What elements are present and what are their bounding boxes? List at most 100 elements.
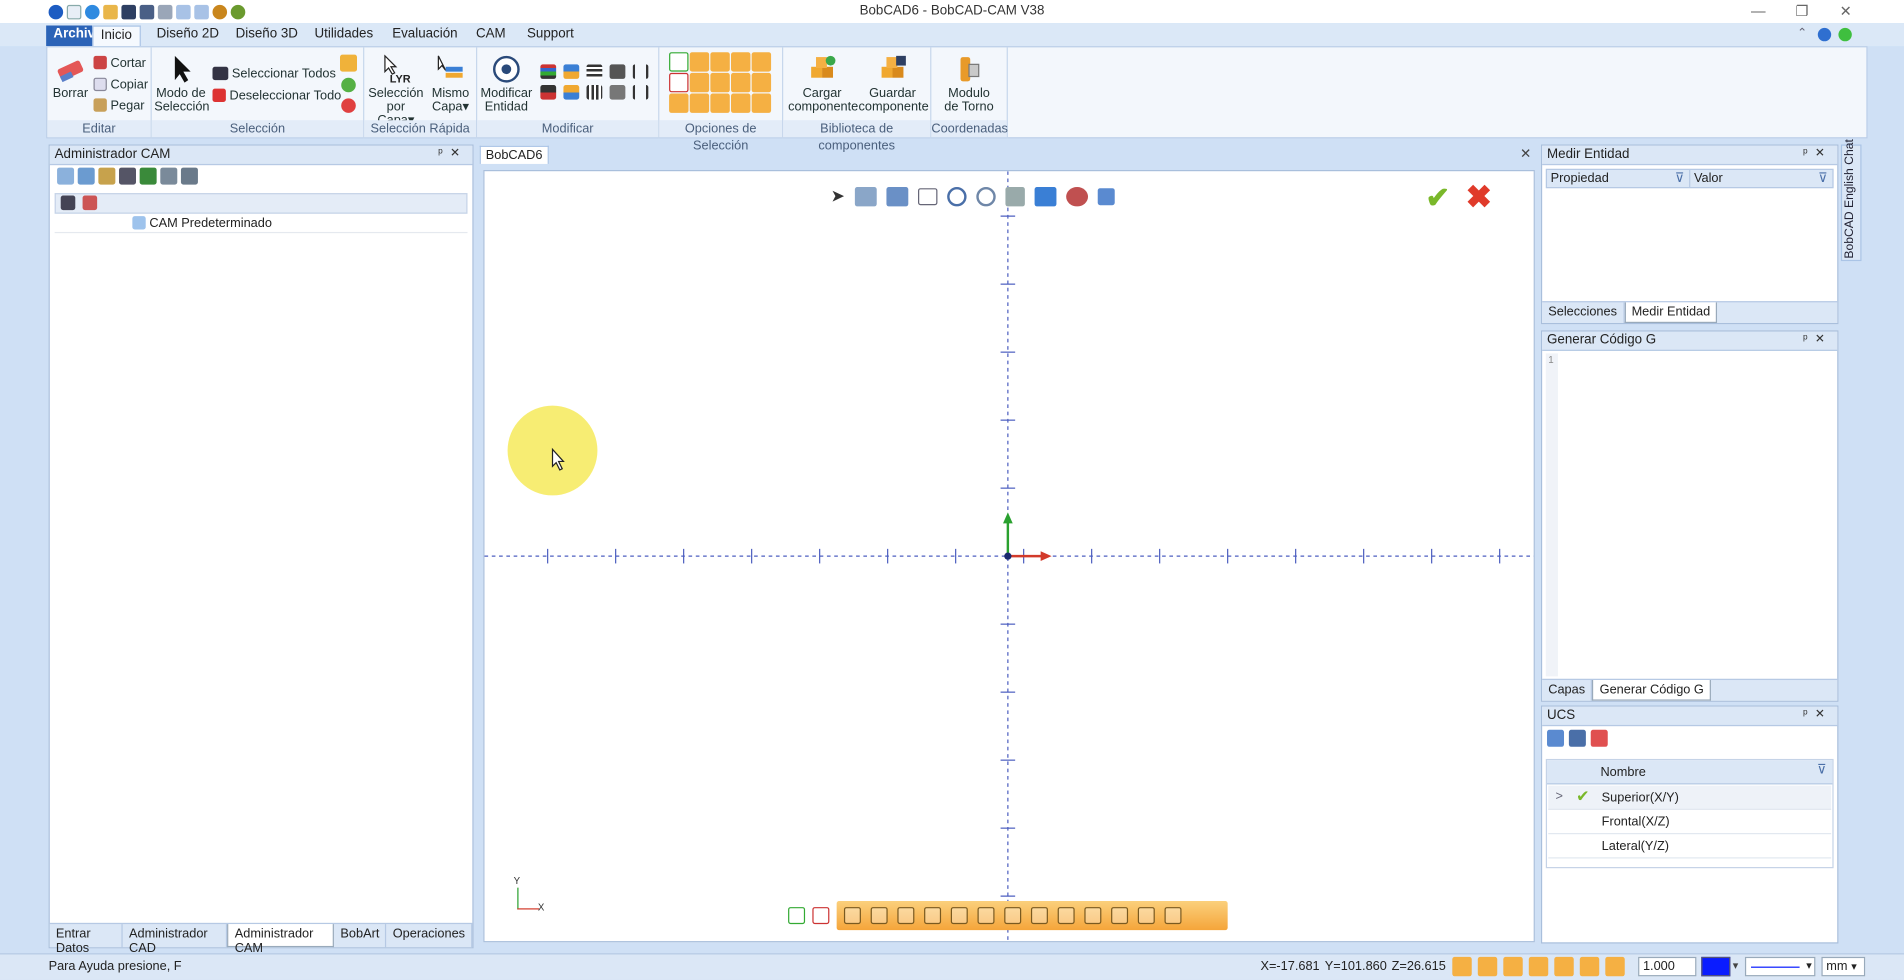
deselect-filter-icon[interactable] [669, 72, 689, 93]
snap-help-icon[interactable] [1605, 956, 1625, 977]
snap-option-icon[interactable] [924, 907, 942, 925]
filter-surface-icon[interactable] [710, 72, 730, 93]
side-chat-tab[interactable]: BobCAD English Chat [1840, 139, 1862, 262]
cargar-componente-button[interactable]: Cargar componente [788, 55, 858, 115]
minimize-button[interactable]: — [1746, 2, 1770, 20]
measure-icon[interactable] [632, 64, 649, 79]
snap-mid-icon[interactable] [1528, 956, 1549, 977]
line-style-2-icon[interactable] [586, 85, 603, 100]
filter-solid-icon[interactable] [731, 72, 751, 93]
tree-tool-icon[interactable] [60, 195, 76, 211]
filter-arc-icon[interactable] [731, 52, 751, 72]
snap-option-icon[interactable] [950, 907, 968, 925]
line-style-icon[interactable] [586, 64, 603, 79]
filter-text-icon[interactable] [689, 93, 710, 113]
shading-cube-icon[interactable] [1034, 186, 1057, 206]
snap-option-icon[interactable] [1137, 907, 1155, 925]
cancel-x-icon[interactable]: ✖ [1466, 179, 1492, 217]
borrar-button[interactable]: Borrar [51, 55, 90, 101]
filter-dim-icon[interactable] [669, 93, 689, 113]
gcode-editor[interactable]: 1 [1545, 353, 1834, 677]
help-icon[interactable] [1817, 27, 1832, 42]
accept-check-icon[interactable]: ✔ [1426, 181, 1450, 216]
online-status-icon[interactable] [1838, 27, 1852, 42]
snap-end-icon[interactable] [1503, 956, 1523, 977]
seleccionar-todos-button[interactable]: Seleccionar Todos [212, 66, 336, 81]
snap-grid-icon[interactable] [1452, 956, 1472, 977]
ucs-edit-icon[interactable] [1568, 729, 1586, 747]
tab-support[interactable]: Support [520, 26, 581, 47]
color-swatch[interactable] [1701, 956, 1731, 977]
layer-stack-2-icon[interactable] [563, 85, 580, 100]
remove-filter-icon[interactable] [341, 98, 356, 113]
snap-option-icon[interactable] [1057, 907, 1075, 925]
tab-cam[interactable]: CAM [469, 26, 513, 47]
collapse-ribbon-icon[interactable]: ⌃ [1797, 27, 1807, 40]
snap-option-icon[interactable] [1164, 907, 1182, 925]
col-propiedad[interactable]: Propiedad ⊽ [1547, 170, 1691, 188]
close-panel-icon[interactable]: ✕ [450, 147, 467, 160]
cam-tool-1-icon[interactable] [57, 167, 75, 185]
filter-icon[interactable] [340, 54, 358, 72]
zoom-window-icon[interactable] [917, 187, 938, 205]
tab-operaciones[interactable]: Operaciones [387, 924, 473, 948]
snap-layer-icon[interactable] [1579, 956, 1600, 977]
copiar-button[interactable]: Copiar [93, 77, 148, 92]
tree-grid-icon[interactable] [82, 195, 98, 211]
scale-input[interactable]: 1.000 [1638, 956, 1697, 977]
chevron-down-icon[interactable]: ▾ [1733, 959, 1739, 972]
cortar-button[interactable]: Cortar [93, 55, 146, 70]
filter-edge-icon[interactable] [751, 93, 772, 113]
snap-option-icon[interactable] [897, 907, 915, 925]
layer-color-2-icon[interactable] [540, 85, 557, 100]
view-center-icon[interactable] [1005, 186, 1025, 206]
snap-option-icon[interactable] [870, 907, 888, 925]
snap-option-icon[interactable] [1111, 907, 1129, 925]
zoom-icon[interactable] [946, 186, 967, 206]
restore-button[interactable]: ❐ [1790, 2, 1814, 20]
mismo-capa-button[interactable]: Mismo Capa▾ [427, 55, 473, 115]
modo-seleccion-button[interactable]: Modo de Selección [154, 55, 210, 115]
view-cube-icon[interactable] [1097, 187, 1115, 205]
filter-spline-icon[interactable] [689, 72, 710, 93]
layer-stack-icon[interactable] [563, 64, 580, 79]
tab-evaluacion[interactable]: Evaluación [385, 26, 465, 47]
filter-circle-icon[interactable] [751, 52, 772, 72]
rotate-icon[interactable] [886, 186, 908, 206]
filter-line-icon[interactable] [710, 52, 730, 72]
col-valor[interactable]: Valor ⊽ [1690, 170, 1832, 187]
tree-item[interactable]: CAM Predeterminado [54, 216, 468, 234]
tab-diseno-2d[interactable]: Diseño 2D [149, 26, 226, 47]
units-select[interactable]: mm ▾ [1821, 956, 1866, 977]
layer-color-icon[interactable] [540, 64, 557, 79]
line-width-icon[interactable] [609, 64, 626, 79]
snap-option-icon[interactable] [843, 907, 861, 925]
snap-center-icon[interactable] [1554, 956, 1574, 977]
close-window-button[interactable]: ✕ [1834, 2, 1858, 20]
filter-point-icon[interactable] [689, 52, 710, 72]
snap-option-icon[interactable] [1030, 907, 1048, 925]
filter-face-icon[interactable] [731, 93, 751, 113]
expand-icon[interactable]: > [1556, 789, 1563, 804]
ucs-add-icon[interactable] [1547, 729, 1565, 747]
ucs-row[interactable]: Frontal(X/Z) [1548, 810, 1832, 835]
tab-bobcad6[interactable]: BobCAD6 [479, 145, 549, 164]
cam-tool-4-icon[interactable] [119, 167, 137, 185]
line-style-select[interactable]: ▾ [1744, 956, 1816, 977]
tab-selecciones[interactable]: Selecciones [1542, 302, 1625, 324]
measure-2-icon[interactable] [632, 85, 649, 100]
filter-funnel-icon[interactable]: ⊽ [1675, 171, 1684, 186]
select-filter-icon[interactable] [669, 52, 689, 72]
visibility-icon[interactable] [1065, 186, 1088, 206]
add-filter-icon[interactable] [341, 77, 356, 93]
filter-mesh-icon[interactable] [751, 72, 772, 93]
close-panel-icon[interactable]: ✕ [1815, 333, 1832, 346]
snap-option-icon[interactable] [1004, 907, 1022, 925]
cam-tool-3-icon[interactable] [98, 167, 116, 185]
snap-option-icon[interactable] [1084, 907, 1102, 925]
cam-tool-7-icon[interactable] [180, 167, 198, 185]
tab-diseno-3d[interactable]: Diseño 3D [228, 26, 305, 47]
pegar-button[interactable]: Pegar [93, 98, 145, 113]
pin-icon[interactable]: ᵖ [1803, 333, 1815, 346]
tab-inicio[interactable]: Inicio [92, 25, 141, 47]
